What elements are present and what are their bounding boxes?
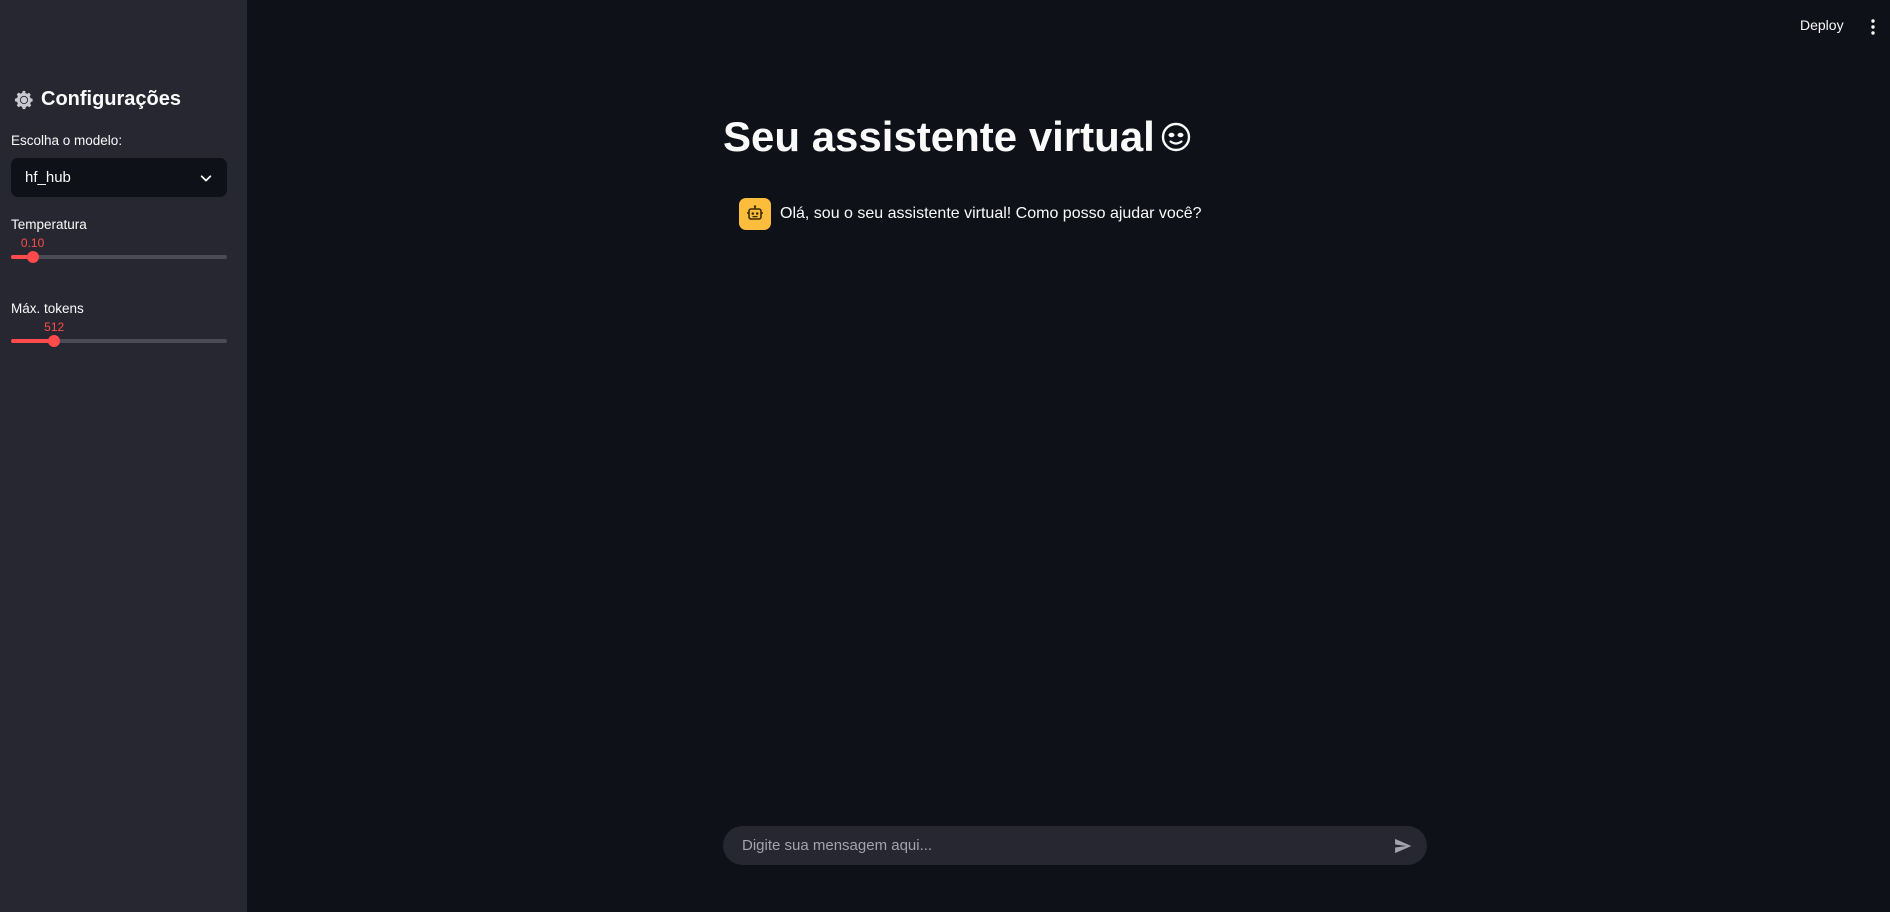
temperature-label: Temperatura xyxy=(11,217,87,232)
chevron-down-icon xyxy=(200,174,212,181)
page-title-text: Seu assistente virtual xyxy=(723,113,1155,160)
chat-message-text: Olá, sou o seu assistente virtual! Como … xyxy=(780,205,1202,222)
max-tokens-slider[interactable]: 512 xyxy=(11,320,227,350)
model-select-value: hf_hub xyxy=(25,169,71,186)
sidebar-title: Configurações xyxy=(13,88,181,111)
chat-message: Olá, sou o seu assistente virtual! Como … xyxy=(739,198,1202,230)
max-tokens-slider-thumb[interactable] xyxy=(48,335,61,347)
sidebar-title-text: Configurações xyxy=(41,88,182,110)
kebab-menu-icon[interactable] xyxy=(1868,18,1878,36)
temperature-slider[interactable]: 0.10 xyxy=(11,236,227,266)
temperature-slider-track xyxy=(11,255,227,259)
chat-input[interactable] xyxy=(740,836,1393,855)
gear-icon xyxy=(14,90,33,109)
max-tokens-label: Máx. tokens xyxy=(11,301,84,316)
face-emoji-icon xyxy=(1161,122,1191,152)
deploy-button[interactable]: Deploy xyxy=(1800,17,1844,33)
assistant-avatar xyxy=(739,198,771,230)
sidebar: Configurações Escolha o modelo: hf_hub T… xyxy=(0,0,247,912)
chat-input-container xyxy=(723,826,1427,865)
max-tokens-value: 512 xyxy=(44,320,65,334)
send-icon[interactable] xyxy=(1393,836,1413,856)
model-select-label: Escolha o modelo: xyxy=(11,133,123,148)
model-select[interactable]: hf_hub xyxy=(11,158,227,197)
temperature-slider-thumb[interactable] xyxy=(26,251,39,263)
robot-icon xyxy=(747,205,763,220)
temperature-value: 0.10 xyxy=(20,236,45,250)
page-title: Seu assistente virtual xyxy=(723,113,1191,161)
